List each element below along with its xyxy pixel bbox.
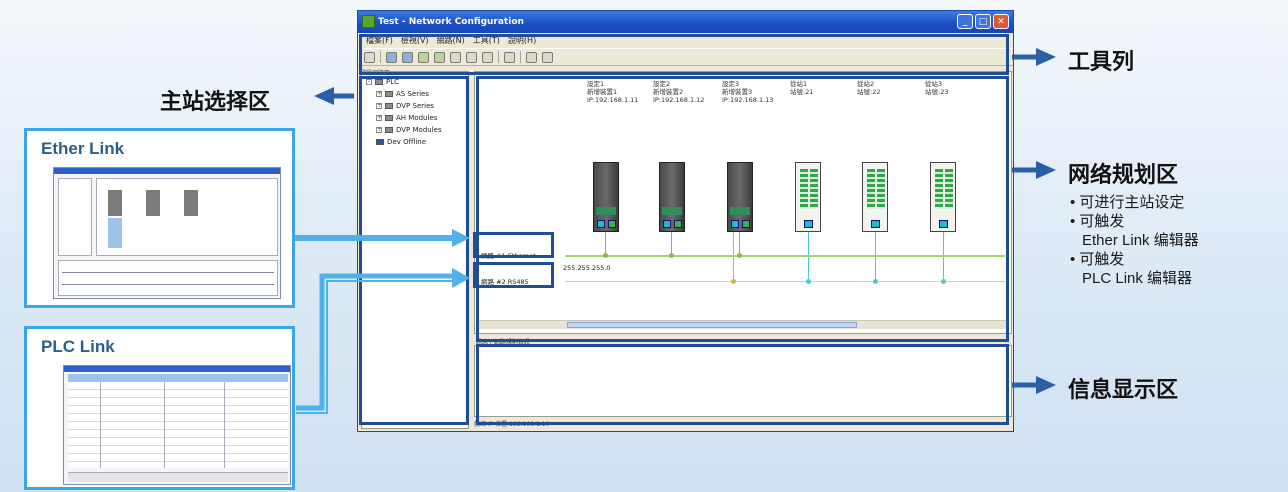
- bullet-master-setting: • 可进行主站设定: [1070, 194, 1185, 211]
- info-area-label: 信息显示区: [1068, 378, 1179, 403]
- plc-link-connector-arrowhead: [452, 268, 470, 288]
- master-area-label: 主站选择区: [160, 90, 271, 115]
- info-area-arrow: [1036, 376, 1056, 394]
- bullet-plc-link-editor: PLC Link 编辑器: [1082, 270, 1193, 287]
- ether-link-screenshot: [53, 167, 281, 299]
- network-area-label: 网络规划区: [1068, 163, 1179, 188]
- toolbar-arrow: [1036, 48, 1056, 66]
- ether-link-inset: Ether Link: [24, 128, 295, 308]
- plc-link-screenshot: [63, 365, 291, 485]
- bullet-trigger: • 可触发: [1070, 251, 1125, 268]
- bullet-ether-link-editor: Ether Link 编辑器: [1082, 232, 1199, 249]
- master-area-arrow: [314, 87, 334, 105]
- bullet-trigger: • 可触发: [1070, 213, 1125, 230]
- toolbar-label: 工具列: [1068, 50, 1135, 75]
- plc-link-inset: PLC Link: [24, 326, 295, 490]
- ether-link-title: Ether Link: [41, 139, 125, 158]
- plc-link-connector: [296, 273, 455, 411]
- ether-link-connector-arrowhead: [452, 229, 470, 247]
- network-area-arrow: [1036, 161, 1056, 179]
- network-area-bullets: • 可进行主站设定 • 可触发 Ether Link 编辑器 • 可触发 PLC…: [1070, 193, 1199, 288]
- plc-link-title: PLC Link: [41, 337, 115, 356]
